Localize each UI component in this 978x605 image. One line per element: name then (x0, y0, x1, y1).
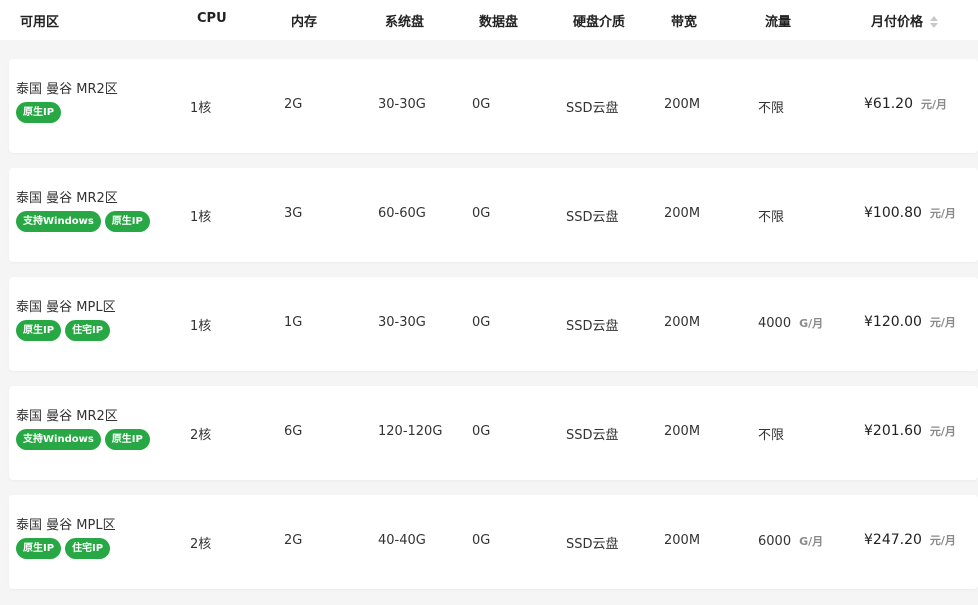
disk-type-value: SSD云盘 (566, 428, 619, 443)
tag-list: 支持Windows 原生IP (16, 429, 150, 450)
system-disk-value: 120-120G (378, 424, 443, 439)
memory-value: 2G (284, 97, 303, 112)
traffic-value: 4000 (758, 316, 792, 331)
price-cell: ¥100.80 元/月 (864, 205, 956, 221)
traffic-cell: 不限 (758, 424, 784, 443)
system-disk-value: 60-60G (378, 206, 426, 221)
price-value: ¥201.60 (864, 423, 922, 439)
disk-type-value: SSD云盘 (566, 319, 619, 334)
zone-name: 泰国 曼谷 MPL区 (16, 518, 116, 533)
header-data-disk: 数据盘 (479, 15, 519, 30)
bandwidth-value: 200M (664, 533, 701, 548)
memory-value: 6G (284, 424, 303, 439)
zone-name: 泰国 曼谷 MR2区 (16, 409, 118, 424)
cpu-value: 1核 (190, 319, 212, 334)
price-unit: 元/月 (929, 207, 956, 220)
data-disk-value: 0G (472, 206, 491, 221)
cpu-value: 1核 (190, 101, 212, 116)
bandwidth-value: 200M (664, 315, 701, 330)
tag-list: 原生IP (16, 102, 62, 123)
zone-name: 泰国 曼谷 MR2区 (16, 82, 118, 97)
price-value: ¥120.00 (864, 314, 922, 330)
memory-value: 3G (284, 206, 303, 221)
tag-list: 原生IP 住宅IP (16, 538, 111, 559)
feature-tag: 原生IP (16, 538, 62, 559)
traffic-cell: 不限 (758, 206, 784, 225)
price-value: ¥61.20 (864, 96, 913, 112)
traffic-unit: G/月 (799, 535, 824, 548)
header-price: 月付价格 (871, 15, 924, 30)
price-value: ¥100.80 (864, 205, 922, 221)
system-disk-value: 40-40G (378, 533, 426, 548)
traffic-value: 不限 (758, 101, 785, 116)
table-row[interactable]: 泰国 曼谷 MPL区原生IP 住宅IP 1核 1G 30-30G 0G SSD云盘 200M 4… (9, 277, 978, 371)
disk-type-value: SSD云盘 (566, 537, 619, 552)
feature-tag: 原生IP (104, 211, 150, 232)
price-unit: 元/月 (929, 425, 956, 438)
price-unit: 元/月 (929, 534, 956, 547)
tag-list: 支持Windows 原生IP (16, 211, 150, 232)
header-system-disk: 系统盘 (385, 15, 425, 30)
traffic-cell: 4000 G/月 (758, 315, 823, 331)
feature-tag: 住宅IP (65, 538, 111, 559)
zone-name: 泰国 曼谷 MR2区 (16, 191, 118, 206)
system-disk-value: 30-30G (378, 97, 426, 112)
table-header: 可用区 CPU 内存 系统盘 数据盘 硬盘介质 带宽 流量 月付价格 (0, 0, 978, 40)
system-disk-value: 30-30G (378, 315, 426, 330)
price-cell: ¥247.20 元/月 (864, 532, 956, 548)
pricing-table: 可用区 CPU 内存 系统盘 数据盘 硬盘介质 带宽 流量 月付价格 泰国 曼谷… (0, 0, 978, 605)
traffic-value: 不限 (758, 428, 785, 443)
feature-tag: 支持Windows (16, 211, 101, 232)
traffic-value: 6000 (758, 534, 792, 549)
data-disk-value: 0G (472, 533, 491, 548)
table-row[interactable]: 泰国 曼谷 MR2区原生IP 1核 2G 30-30G 0G SSD云盘 200M 不限 ¥61… (9, 59, 978, 153)
feature-tag: 原生IP (16, 320, 62, 341)
header-disk-type: 硬盘介质 (573, 15, 626, 30)
bandwidth-value: 200M (664, 206, 701, 221)
feature-tag: 原生IP (16, 102, 62, 123)
price-cell: ¥201.60 元/月 (864, 423, 956, 439)
price-cell: ¥120.00 元/月 (864, 314, 956, 330)
bandwidth-value: 200M (664, 424, 701, 439)
bandwidth-value: 200M (664, 97, 701, 112)
header-price-sortable[interactable]: 月付价格 (871, 11, 939, 30)
header-bandwidth: 带宽 (671, 15, 698, 30)
feature-tag: 住宅IP (65, 320, 111, 341)
price-cell: ¥61.20 元/月 (864, 96, 947, 112)
memory-value: 1G (284, 315, 303, 330)
traffic-cell: 不限 (758, 97, 784, 116)
data-disk-value: 0G (472, 424, 491, 439)
traffic-cell: 6000 G/月 (758, 533, 823, 549)
table-row[interactable]: 泰国 曼谷 MPL区原生IP 住宅IP 2核 2G 40-40G 0G SSD云盘 200M 6… (9, 495, 978, 589)
header-memory: 内存 (291, 15, 318, 30)
traffic-value: 不限 (758, 210, 785, 225)
disk-type-value: SSD云盘 (566, 101, 619, 116)
table-row[interactable]: 泰国 曼谷 MR2区支持Windows 原生IP 2核 6G 120-120G 0G SSD… (9, 386, 978, 480)
price-value: ¥247.20 (864, 532, 922, 548)
header-zone: 可用区 (20, 15, 60, 30)
zone-name: 泰国 曼谷 MPL区 (16, 300, 116, 315)
disk-type-value: SSD云盘 (566, 210, 619, 225)
cpu-value: 1核 (190, 210, 212, 225)
data-disk-value: 0G (472, 315, 491, 330)
header-cpu: CPU (197, 11, 227, 26)
feature-tag: 支持Windows (16, 429, 101, 450)
table-row[interactable]: 泰国 曼谷 MR2区支持Windows 原生IP 1核 3G 60-60G 0G SSD云盘… (9, 168, 978, 262)
traffic-unit: G/月 (799, 317, 824, 330)
data-disk-value: 0G (472, 97, 491, 112)
price-unit: 元/月 (929, 316, 956, 329)
price-unit: 元/月 (921, 98, 948, 111)
cpu-value: 2核 (190, 428, 212, 443)
header-traffic: 流量 (765, 15, 792, 30)
cpu-value: 2核 (190, 537, 212, 552)
feature-tag: 原生IP (104, 429, 150, 450)
tag-list: 原生IP 住宅IP (16, 320, 111, 341)
sort-icon[interactable] (929, 15, 939, 29)
memory-value: 2G (284, 533, 303, 548)
